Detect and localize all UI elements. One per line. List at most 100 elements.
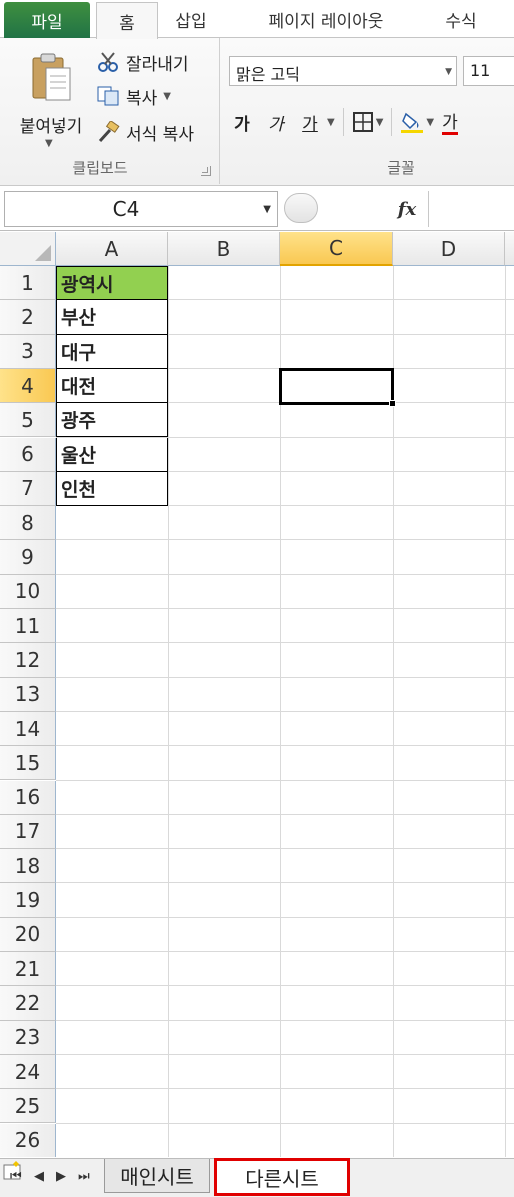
gridline xyxy=(56,642,514,644)
copy-label: 복사 xyxy=(126,88,158,109)
tab-insert[interactable]: 삽입 xyxy=(166,0,216,38)
row-header[interactable]: 11 xyxy=(0,609,56,644)
row-header[interactable]: 25 xyxy=(0,1089,56,1124)
row-header[interactable]: 7 xyxy=(0,471,56,507)
gridline xyxy=(56,985,514,987)
cell-a7[interactable]: 인천 xyxy=(56,471,168,507)
prev-sheet-icon[interactable]: ◀ xyxy=(34,1169,44,1184)
next-sheet-icon[interactable]: ▶ xyxy=(56,1169,66,1184)
font-color-button[interactable]: 가 xyxy=(442,109,458,135)
tab-formulas[interactable]: 수식 xyxy=(436,0,486,38)
name-box-value: C4 xyxy=(112,197,140,221)
dialog-launcher-icon[interactable] xyxy=(201,166,211,176)
italic-button[interactable]: 가 xyxy=(263,107,289,137)
fill-color-button[interactable] xyxy=(400,107,424,137)
row-header[interactable]: 10 xyxy=(0,574,56,609)
formula-bar-resize-handle[interactable] xyxy=(284,193,318,223)
name-box[interactable]: C4 ▼ xyxy=(4,191,278,227)
row-header[interactable]: 2 xyxy=(0,300,56,335)
row-header[interactable]: 6 xyxy=(0,437,56,472)
row-header[interactable]: 13 xyxy=(0,677,56,712)
cell-a5[interactable]: 광주 xyxy=(56,403,168,438)
row-header[interactable]: 15 xyxy=(0,746,56,781)
row-header[interactable]: 21 xyxy=(0,952,56,987)
copy-button[interactable]: 복사 ▼ xyxy=(96,82,171,110)
row-header[interactable]: 22 xyxy=(0,986,56,1021)
bold-button[interactable]: 가 xyxy=(229,107,255,137)
insert-function-button[interactable]: fx xyxy=(388,191,426,227)
format-painter-label: 서식 복사 xyxy=(126,124,194,145)
row-header[interactable]: 8 xyxy=(0,506,56,541)
clipboard-icon xyxy=(32,53,71,101)
column-header-d[interactable]: D xyxy=(393,232,505,266)
column-header-a[interactable]: A xyxy=(56,232,168,266)
row-header[interactable]: 18 xyxy=(0,849,56,884)
row-header[interactable]: 19 xyxy=(0,883,56,918)
tab-file[interactable]: 파일 xyxy=(4,2,90,38)
row-header[interactable]: 14 xyxy=(0,711,56,747)
chevron-down-icon[interactable]: ▼ xyxy=(445,67,452,77)
fill-handle[interactable] xyxy=(389,400,396,407)
formula-bar: C4 ▼ fx xyxy=(0,187,514,231)
font-name-select[interactable]: 맑은 고딕 ▼ xyxy=(229,56,457,86)
underline-button[interactable]: 가 xyxy=(297,107,323,137)
row-header[interactable]: 1 xyxy=(0,266,56,301)
sheet-tab-main[interactable]: 매인시트 xyxy=(104,1159,210,1193)
gridline xyxy=(56,676,514,678)
row-header[interactable]: 17 xyxy=(0,814,56,850)
format-painter-button[interactable]: 서식 복사 xyxy=(96,118,194,146)
select-all-button[interactable] xyxy=(0,232,56,266)
clipboard-group-label: 클립보드 xyxy=(72,159,128,177)
cell-a1-header[interactable]: 광역시 xyxy=(56,266,168,301)
column-header-c[interactable]: C xyxy=(280,232,393,266)
row-header[interactable]: 12 xyxy=(0,643,56,678)
gridline xyxy=(56,916,514,918)
last-sheet-icon[interactable]: ⏭ xyxy=(78,1169,90,1184)
cell-a6[interactable]: 울산 xyxy=(56,437,168,472)
cell-a4[interactable]: 대전 xyxy=(56,368,168,404)
row-header[interactable]: 24 xyxy=(0,1054,56,1090)
row-header[interactable]: 3 xyxy=(0,334,56,369)
worksheet-grid[interactable]: A B C D 1 2 3 4 5 6 7 8 9 10 11 12 13 14 15 16 17 18 19 20 2… xyxy=(0,232,514,1157)
cut-label: 잘라내기 xyxy=(126,54,189,75)
formula-input[interactable] xyxy=(428,191,514,227)
sheet-tab-other[interactable]: 다른시트 xyxy=(214,1158,350,1196)
active-cell-selection[interactable] xyxy=(279,368,396,407)
row-header[interactable]: 4 xyxy=(0,368,56,404)
row-header[interactable]: 9 xyxy=(0,540,56,575)
font-size-value: 11 xyxy=(470,61,491,80)
chevron-down-icon[interactable]: ▼ xyxy=(376,117,384,128)
gridline xyxy=(56,1019,514,1021)
paste-label: 붙여넣기 xyxy=(19,117,83,137)
chevron-down-icon[interactable]: ▼ xyxy=(426,117,434,128)
column-header-e[interactable] xyxy=(505,232,514,266)
first-sheet-icon[interactable]: ⏮ xyxy=(10,1169,22,1184)
gridline xyxy=(56,813,514,815)
clipboard-group: 붙여넣기 ▼ 잘라내기 복사 ▼ 서식 복사 클립보드 xyxy=(0,38,220,184)
paint-bucket-icon xyxy=(401,112,424,133)
chevron-down-icon[interactable]: ▼ xyxy=(263,204,271,215)
chevron-down-icon[interactable]: ▼ xyxy=(327,117,335,128)
gridline xyxy=(56,608,514,609)
cut-button[interactable]: 잘라내기 xyxy=(96,48,189,76)
column-header-b[interactable]: B xyxy=(168,232,280,266)
gridline xyxy=(56,779,514,781)
font-name-value: 맑은 고딕 xyxy=(236,65,300,84)
border-button[interactable] xyxy=(352,107,374,137)
row-header[interactable]: 20 xyxy=(0,917,56,952)
font-size-select[interactable]: 11 xyxy=(463,56,514,86)
cell-a3[interactable]: 대구 xyxy=(56,334,168,369)
gridline xyxy=(56,539,514,541)
paste-button[interactable]: 붙여넣기 ▼ xyxy=(8,48,94,152)
row-header[interactable]: 16 xyxy=(0,780,56,815)
tab-page-layout[interactable]: 페이지 레이아웃 xyxy=(248,0,404,38)
chevron-down-icon[interactable]: ▼ xyxy=(163,91,171,102)
chevron-down-icon[interactable]: ▼ xyxy=(45,138,53,149)
row-header[interactable]: 26 xyxy=(0,1123,56,1157)
row-header[interactable]: 5 xyxy=(0,403,56,438)
tab-home[interactable]: 홈 xyxy=(96,2,158,39)
gridline xyxy=(56,1122,514,1124)
row-header[interactable]: 23 xyxy=(0,1020,56,1055)
gridline xyxy=(56,848,514,850)
cell-a2[interactable]: 부산 xyxy=(56,300,168,335)
